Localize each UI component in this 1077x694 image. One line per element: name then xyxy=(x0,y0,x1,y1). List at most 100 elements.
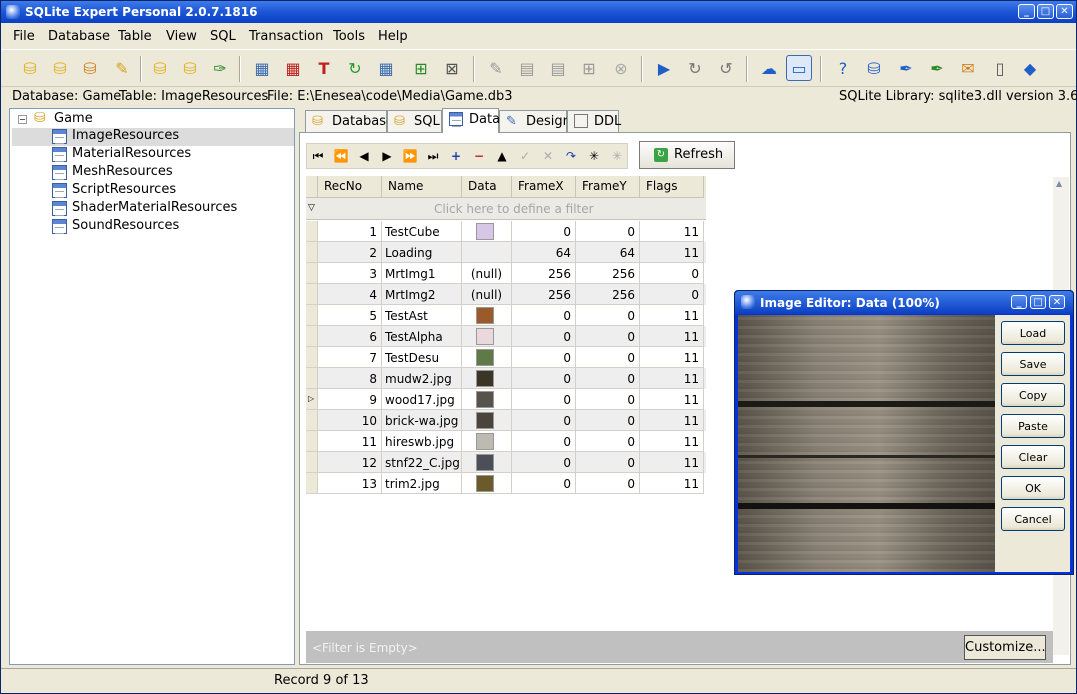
cell-fx[interactable]: 0 xyxy=(512,326,576,347)
cell-flags[interactable]: 11 xyxy=(640,347,704,368)
cell-fx[interactable]: 0 xyxy=(512,347,576,368)
cell-recno[interactable]: 8 xyxy=(318,368,382,389)
column-header-framex[interactable]: FrameX xyxy=(512,176,576,198)
cell-flags[interactable]: 0 xyxy=(640,284,704,305)
edit-record-icon[interactable]: ▲ xyxy=(493,147,511,165)
cell-flags[interactable]: 0 xyxy=(640,263,704,284)
cell-data[interactable] xyxy=(462,452,512,473)
table-row[interactable]: 11 hireswb.jpg 0 0 11 xyxy=(306,431,706,452)
cell-fy[interactable]: 0 xyxy=(576,326,640,347)
cell-data[interactable] xyxy=(462,431,512,452)
cell-flags[interactable]: 11 xyxy=(640,410,704,431)
menu-sql[interactable]: SQL xyxy=(210,29,236,44)
cell-fx[interactable]: 256 xyxy=(512,263,576,284)
insert-record-icon[interactable]: + xyxy=(447,147,465,165)
tree-item-imageresources[interactable]: ImageResources xyxy=(12,128,294,146)
sql-save-icon[interactable]: ▤ xyxy=(545,55,571,81)
last-record-icon[interactable]: ⏭ xyxy=(424,147,442,165)
cell-flags[interactable]: 11 xyxy=(640,452,704,473)
cell-fx[interactable]: 0 xyxy=(512,305,576,326)
row-indicator[interactable] xyxy=(306,431,318,452)
column-header-recno[interactable]: RecNo xyxy=(318,176,382,198)
cell-fy[interactable]: 0 xyxy=(576,368,640,389)
cell-fx[interactable]: 0 xyxy=(512,368,576,389)
cell-fy[interactable]: 0 xyxy=(576,452,640,473)
cell-fy[interactable]: 256 xyxy=(576,263,640,284)
cell-fx[interactable]: 0 xyxy=(512,221,576,242)
clear-button[interactable]: Clear xyxy=(1001,445,1065,469)
help-icon[interactable]: ? xyxy=(830,55,856,81)
cell-data[interactable] xyxy=(462,473,512,494)
paste-button[interactable]: Paste xyxy=(1001,414,1065,438)
delete-index-icon[interactable]: ⊠ xyxy=(439,55,465,81)
minimize-button[interactable]: _ xyxy=(1018,4,1035,19)
menu-table[interactable]: Table xyxy=(118,29,152,44)
cell-fy[interactable]: 0 xyxy=(576,347,640,368)
cell-recno[interactable]: 4 xyxy=(318,284,382,305)
menu-tools[interactable]: Tools xyxy=(333,29,365,44)
cell-recno[interactable]: 2 xyxy=(318,242,382,263)
cell-flags[interactable]: 11 xyxy=(640,368,704,389)
cell-data[interactable]: (null) xyxy=(462,263,512,284)
tab-sql[interactable]: ⛁ SQL xyxy=(387,110,442,132)
table-row[interactable]: 6 TestAlpha 0 0 11 xyxy=(306,326,706,347)
cell-flags[interactable]: 11 xyxy=(640,305,704,326)
sql-open-icon[interactable]: ▤ xyxy=(514,55,540,81)
cloud-icon[interactable]: ☁ xyxy=(756,55,782,81)
edit-database-icon[interactable]: ✎ xyxy=(109,55,135,81)
refresh-records-icon[interactable]: ↷ xyxy=(562,147,580,165)
cancel-button[interactable]: Cancel xyxy=(1001,507,1065,531)
table-row[interactable]: 1 TestCube 0 0 11 xyxy=(306,221,706,242)
cell-data[interactable] xyxy=(462,305,512,326)
row-indicator[interactable] xyxy=(306,473,318,494)
cell-name[interactable]: stnf22_C.jpg xyxy=(382,452,462,473)
menu-help[interactable]: Help xyxy=(378,29,408,44)
undo-icon[interactable]: ↺ xyxy=(713,55,739,81)
delete-record-icon[interactable]: − xyxy=(470,147,488,165)
cell-name[interactable]: MrtImg2 xyxy=(382,284,462,305)
mail-icon[interactable]: ✉ xyxy=(955,55,981,81)
cell-fy[interactable]: 64 xyxy=(576,242,640,263)
info-db-icon[interactable]: ⛁ xyxy=(861,55,887,81)
cell-fx[interactable]: 0 xyxy=(512,389,576,410)
bookmark-icon[interactable]: ✳ xyxy=(585,147,603,165)
row-indicator[interactable] xyxy=(306,221,318,242)
table-row[interactable]: 10 brick-wa.jpg 0 0 11 xyxy=(306,410,706,431)
cancel-edit-icon[interactable]: ✕ xyxy=(539,147,557,165)
new-table-icon[interactable]: ▦ xyxy=(249,55,275,81)
cell-fy[interactable]: 0 xyxy=(576,305,640,326)
cell-name[interactable]: TestDesu xyxy=(382,347,462,368)
window-icon[interactable]: ▭ xyxy=(786,55,812,81)
detach-database-icon[interactable]: ⛁ xyxy=(177,55,203,81)
add-database-icon[interactable]: ⛁ xyxy=(47,55,73,81)
table-row[interactable]: 13 trim2.jpg 0 0 11 xyxy=(306,473,706,494)
save-button[interactable]: Save xyxy=(1001,352,1065,376)
vacuum-icon[interactable]: ✑ xyxy=(207,55,233,81)
cell-name[interactable]: brick-wa.jpg xyxy=(382,410,462,431)
attach-database-icon[interactable]: ⛁ xyxy=(147,55,173,81)
menu-view[interactable]: View xyxy=(166,29,197,44)
table-row[interactable]: ▷ 9 wood17.jpg 0 0 11 xyxy=(306,389,706,410)
menu-transaction[interactable]: Transaction xyxy=(249,29,323,44)
cell-recno[interactable]: 12 xyxy=(318,452,382,473)
cell-recno[interactable]: 5 xyxy=(318,305,382,326)
row-indicator[interactable] xyxy=(306,368,318,389)
next-page-icon[interactable]: ⏩ xyxy=(401,147,419,165)
cell-recno[interactable]: 3 xyxy=(318,263,382,284)
cell-name[interactable]: hireswb.jpg xyxy=(382,431,462,452)
cell-fy[interactable]: 0 xyxy=(576,221,640,242)
cell-fx[interactable]: 0 xyxy=(512,473,576,494)
cell-data[interactable] xyxy=(462,221,512,242)
cancel-icon[interactable]: ⊗ xyxy=(608,55,634,81)
database-tree[interactable]: − ⛁ Game ImageResources MaterialResource… xyxy=(9,108,295,665)
cell-fx[interactable]: 0 xyxy=(512,431,576,452)
feather-icon[interactable]: ✒ xyxy=(893,55,919,81)
cell-fy[interactable]: 256 xyxy=(576,284,640,305)
menu-database[interactable]: Database xyxy=(48,29,110,44)
table-row[interactable]: 4 MrtImg2 (null) 256 256 0 xyxy=(306,284,706,305)
row-indicator[interactable] xyxy=(306,263,318,284)
cell-data[interactable] xyxy=(462,242,512,263)
cell-flags[interactable]: 11 xyxy=(640,431,704,452)
cell-data[interactable] xyxy=(462,347,512,368)
maximize-button[interactable]: □ xyxy=(1037,4,1054,19)
